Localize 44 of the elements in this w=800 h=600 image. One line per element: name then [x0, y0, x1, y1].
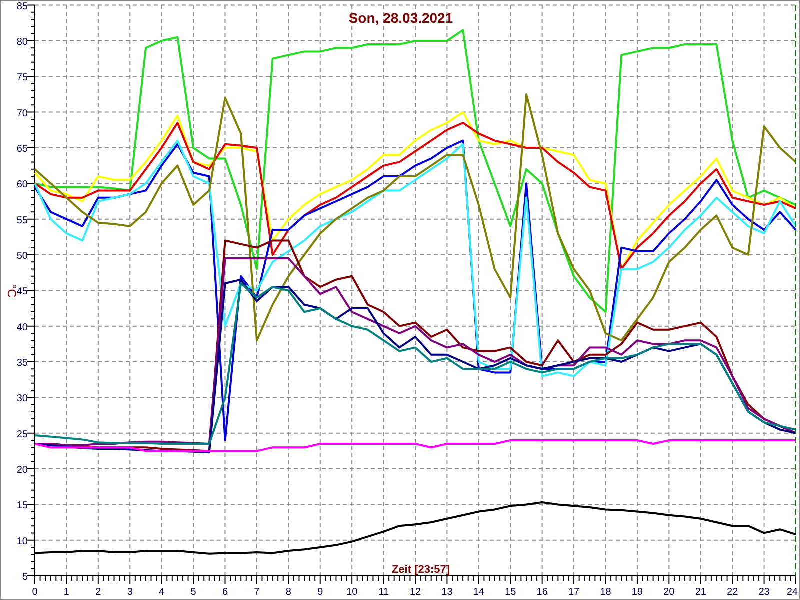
axis-tick-label: 10: [16, 536, 28, 548]
axis-tick-label: 13: [442, 587, 453, 598]
axis-tick-label: 25: [16, 429, 28, 440]
axis-tick-label: 60: [16, 180, 28, 191]
axis-tick-label: 40: [16, 322, 28, 334]
axis-tick-label: 3: [127, 587, 133, 598]
axis-tick-label: 75: [16, 72, 28, 84]
axis-tick-label: 50: [16, 250, 28, 262]
axis-tick-label: 70: [16, 108, 28, 120]
axis-tick-label: 23: [758, 587, 770, 598]
axis-tick-label: 65: [16, 144, 28, 155]
chart-title: Son, 28.03.2021: [348, 10, 454, 26]
axis-tick-label: 45: [16, 286, 28, 298]
axis-tick-label: 5: [22, 572, 28, 583]
axis-tick-label: 15: [505, 587, 516, 598]
axis-tick-label: 2: [96, 587, 102, 598]
axis-tick-label: 18: [600, 587, 612, 598]
axis-tick-label: 6: [222, 587, 228, 598]
axis-tick-label: 21: [695, 587, 706, 598]
axis-tick-label: 20: [16, 465, 28, 476]
axis-tick-label: 5: [190, 587, 196, 598]
axis-tick-label: 17: [568, 587, 580, 598]
axis-tick-label: 12: [410, 587, 422, 598]
axis-tick-label: 16: [536, 587, 548, 598]
axis-tick-label: 35: [16, 358, 28, 369]
axis-tick-label: 0: [32, 587, 38, 598]
axis-tick-label: 19: [632, 587, 644, 598]
axis-tick-label: 15: [16, 500, 28, 512]
axis-tick-label: 85: [16, 1, 28, 12]
axis-tick-label: 30: [16, 394, 28, 405]
axis-tick-label: 4: [159, 587, 165, 598]
axis-tick-label: 22: [727, 587, 738, 598]
axis-tick-label: 80: [16, 36, 28, 48]
axis-tick-label: 14: [473, 587, 484, 598]
axis-tick-label: 20: [664, 587, 675, 598]
axis-tick-label: 10: [346, 587, 358, 598]
axis-tick-label: 24: [786, 587, 798, 598]
axis-tick-label: 11: [378, 587, 389, 598]
axis-tick-label: 8: [286, 587, 292, 598]
axis-tick-label: 55: [16, 215, 28, 226]
axis-tick-label: 9: [318, 587, 324, 598]
axis-tick-label: 1: [64, 587, 70, 598]
axis-tick-label: 7: [254, 587, 260, 598]
x-axis-label: Zeit [23:57]: [392, 564, 450, 576]
